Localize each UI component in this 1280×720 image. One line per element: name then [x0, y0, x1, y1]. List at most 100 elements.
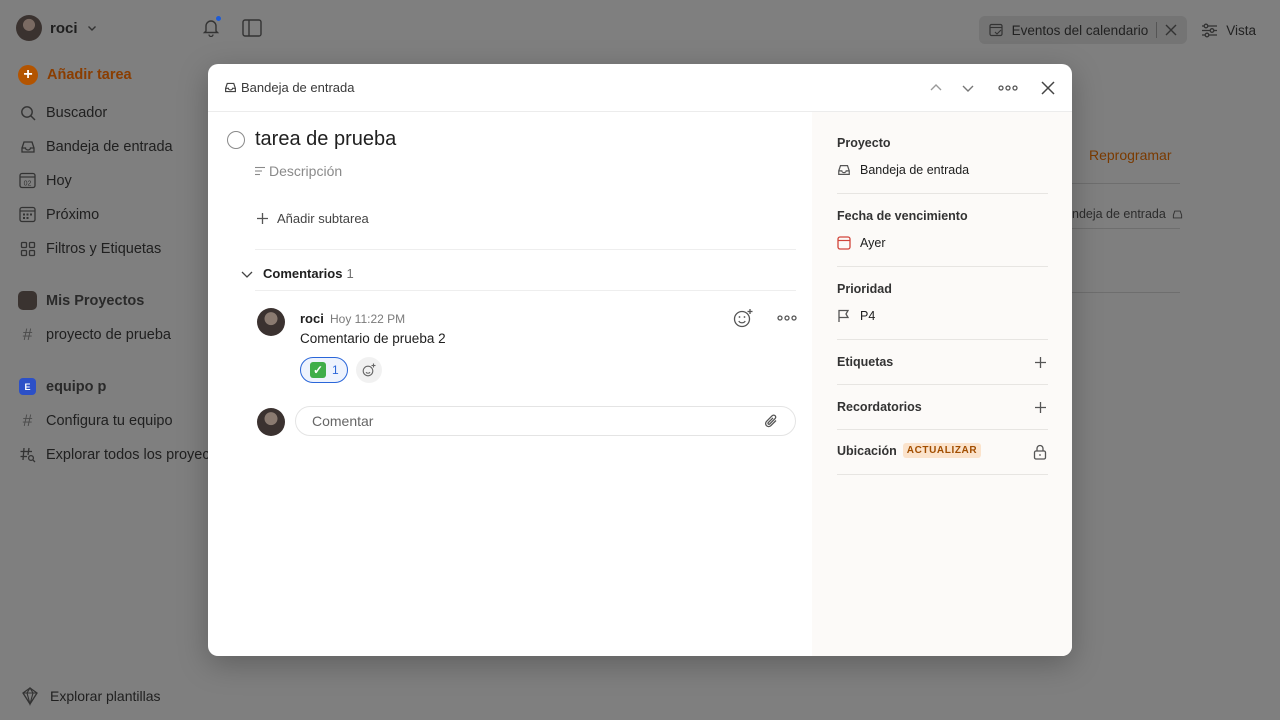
upgrade-badge[interactable]: ACTUALIZAR	[902, 443, 982, 458]
add-task-label: Añadir tarea	[47, 67, 132, 83]
sidebar-item-inbox[interactable]: Bandeja de entrada	[18, 137, 173, 156]
task-project-tag: ndeja de entrada	[1072, 207, 1183, 221]
sidebar-item-filters-labels[interactable]: Filtros y Etiquetas	[18, 239, 161, 258]
toggle-sidebar-button[interactable]	[242, 19, 262, 37]
add-task-button[interactable]: + Añadir tarea	[18, 65, 132, 85]
location-label: Ubicación	[837, 443, 897, 458]
due-date-label: Fecha de vencimiento	[837, 209, 968, 223]
chevron-up-icon	[930, 84, 942, 91]
explore-templates-link[interactable]: Explorar plantillas	[20, 686, 161, 706]
sidebar-item-setup-team[interactable]: # Configura tu equipo	[18, 411, 173, 430]
comment-actions	[733, 308, 797, 328]
add-reminder-button[interactable]	[1032, 399, 1048, 415]
team-label: equipo p	[46, 378, 107, 395]
more-horizontal-icon	[998, 85, 1018, 91]
task-main-panel: tarea de prueba Descripción Añadir subta…	[208, 112, 812, 656]
explore-templates-label: Explorar plantillas	[50, 688, 161, 704]
priority-selector[interactable]: P4	[837, 309, 875, 323]
add-label-button[interactable]	[1032, 354, 1048, 370]
location-row[interactable]: Ubicación ACTUALIZAR	[837, 443, 982, 458]
add-reaction-icon[interactable]	[733, 308, 755, 328]
view-button[interactable]: Vista	[1197, 23, 1260, 38]
bell-icon	[202, 15, 222, 37]
next-task-button[interactable]	[956, 76, 980, 100]
comments-toggle[interactable]: Comentarios 1	[240, 266, 354, 281]
calendar-events-chip: Eventos del calendario	[978, 16, 1188, 44]
reschedule-button[interactable]: Reprogramar	[1089, 147, 1171, 163]
paperclip-icon[interactable]	[763, 413, 779, 429]
notifications-button[interactable]	[202, 15, 222, 37]
add-emoji-icon	[362, 363, 376, 377]
inbox-icon	[18, 137, 37, 156]
complete-task-checkbox[interactable]	[227, 131, 245, 149]
task-project-label: ndeja de entrada	[1072, 207, 1166, 221]
task-title[interactable]: tarea de prueba	[255, 128, 396, 151]
divider	[255, 290, 796, 291]
sliders-icon	[1201, 23, 1218, 38]
description-placeholder: Descripción	[269, 163, 343, 179]
priority-label: Prioridad	[837, 282, 892, 296]
due-date-selector[interactable]: Ayer	[837, 236, 885, 250]
search-icon	[18, 103, 37, 122]
reaction-count: 1	[332, 363, 339, 377]
check-mark-emoji-icon: ✓	[310, 362, 326, 378]
comment-author: roci	[300, 311, 324, 326]
calendar-today-icon: 02	[18, 171, 37, 190]
breadcrumb[interactable]: Bandeja de entrada	[224, 80, 354, 95]
divider	[837, 193, 1048, 194]
due-date-value: Ayer	[860, 236, 886, 250]
comment-timestamp: Hoy 11:22 PM	[330, 312, 406, 326]
divider	[837, 429, 1048, 430]
project-value: Bandeja de entrada	[860, 163, 970, 177]
sidebar-item-label: Explorar todos los proyectos	[46, 446, 229, 463]
today-day-number: 02	[24, 180, 32, 187]
chevron-down-icon	[962, 85, 974, 92]
user-menu[interactable]: roci	[16, 15, 98, 41]
modal-header: Bandeja de entrada	[208, 64, 1072, 112]
sidebar-item-label: Configura tu equipo	[46, 412, 173, 429]
previous-task-button[interactable]	[924, 76, 948, 100]
sidebar-item-search[interactable]: Buscador	[18, 103, 107, 122]
more-horizontal-icon[interactable]	[777, 308, 797, 328]
sidebar-item-explore-projects[interactable]: Explorar todos los proyectos	[18, 445, 229, 464]
divider	[837, 266, 1048, 267]
reminders-label: Recordatorios	[837, 400, 922, 414]
sidebar-item-upcoming[interactable]: Próximo	[18, 205, 99, 224]
comment-text: Comentario de prueba 2	[300, 331, 446, 346]
top-right-toolbar: Eventos del calendario Vista	[978, 16, 1260, 44]
sidebar-item-today[interactable]: 02 Hoy	[18, 171, 72, 190]
add-subtask-button[interactable]: Añadir subtarea	[256, 211, 369, 226]
project-selector[interactable]: Bandeja de entrada	[837, 163, 969, 177]
comments-label: Comentarios	[263, 266, 343, 281]
team-header[interactable]: E equipo p	[18, 377, 106, 396]
avatar	[257, 308, 285, 336]
task-details-panel: Proyecto Bandeja de entrada Fecha de ven…	[812, 112, 1072, 656]
sidebar-icon	[242, 19, 262, 37]
add-reaction-button[interactable]	[356, 357, 382, 383]
reaction-chip[interactable]: ✓ 1	[300, 357, 348, 383]
comment-item: roci Hoy 11:22 PM Comentario de prueba 2…	[257, 308, 797, 388]
close-modal-button[interactable]	[1036, 76, 1060, 100]
plus-icon: +	[18, 65, 38, 85]
sidebar-item-label: Filtros y Etiquetas	[46, 240, 162, 257]
divider	[1072, 228, 1180, 229]
sidebar-item-project[interactable]: # proyecto de prueba	[18, 325, 171, 344]
close-icon[interactable]	[1165, 24, 1177, 36]
my-projects-header[interactable]: Mis Proyectos	[18, 291, 144, 310]
view-label: Vista	[1226, 22, 1256, 38]
comment-input[interactable]	[295, 406, 796, 436]
add-subtask-label: Añadir subtarea	[277, 211, 369, 226]
divider	[837, 384, 1048, 385]
divider	[837, 474, 1048, 475]
sidebar-item-label: Bandeja de entrada	[46, 138, 173, 155]
inbox-icon	[224, 81, 237, 94]
inbox-icon	[837, 163, 851, 177]
more-actions-button[interactable]	[996, 76, 1020, 100]
calendar-events-label[interactable]: Eventos del calendario	[1012, 23, 1149, 38]
inbox-icon	[1172, 209, 1183, 220]
description-field[interactable]: Descripción	[254, 163, 342, 179]
breadcrumb-label: Bandeja de entrada	[241, 80, 355, 95]
priority-value: P4	[860, 309, 876, 323]
close-icon	[1041, 81, 1055, 95]
browse-hash-icon	[18, 445, 37, 464]
